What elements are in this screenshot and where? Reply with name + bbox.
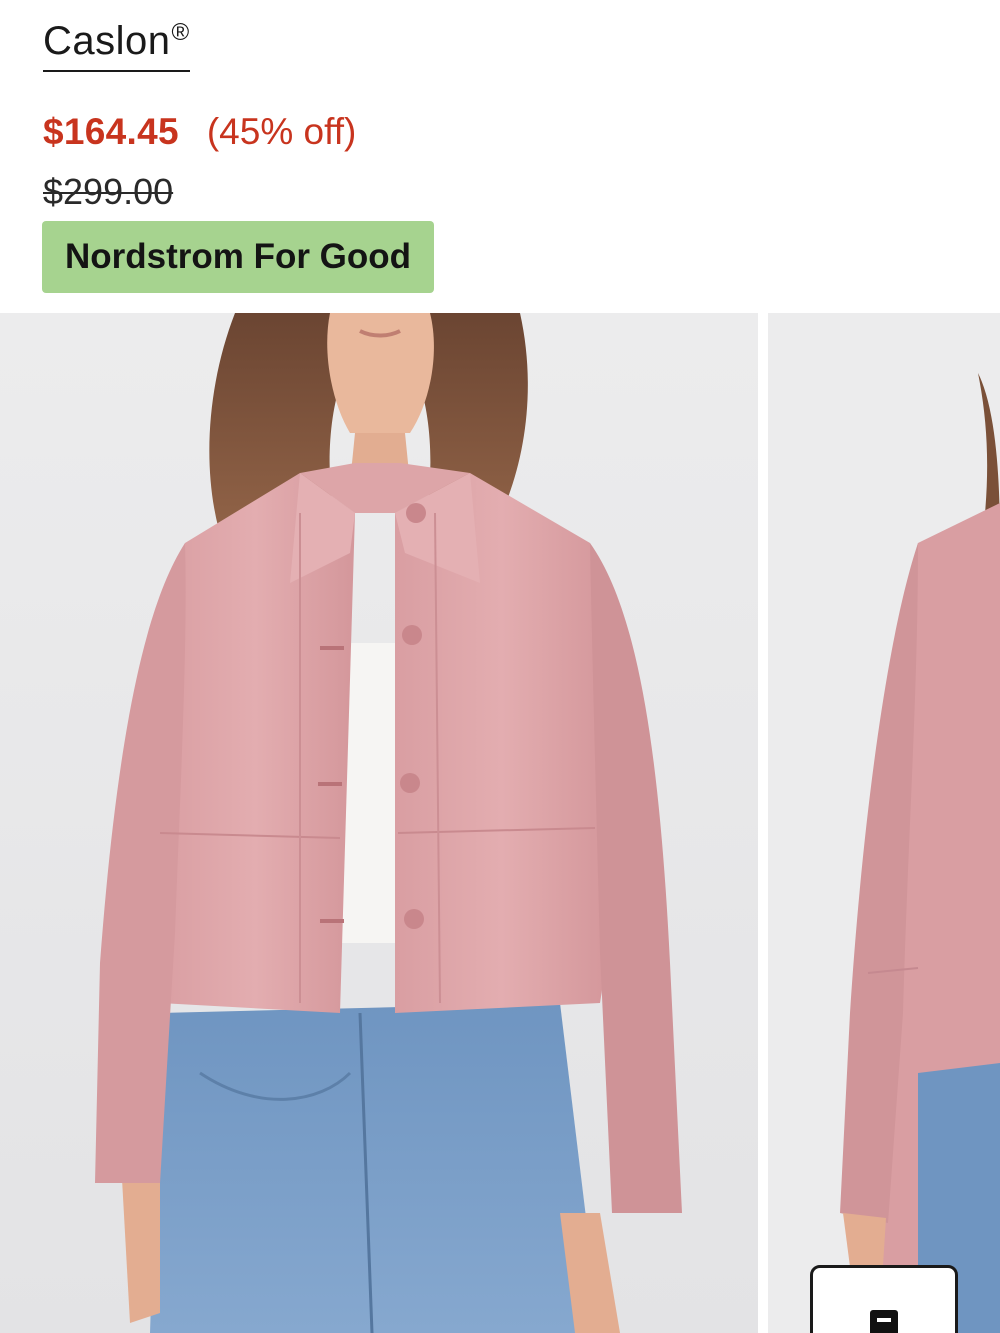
price-row: $164.45 (45% off) — [43, 108, 356, 156]
brand-name: Caslon — [43, 19, 171, 63]
product-image-front[interactable] — [0, 313, 758, 1333]
registered-mark: ® — [171, 19, 190, 46]
product-image-side[interactable] — [768, 313, 1000, 1333]
image-carousel[interactable] — [0, 313, 1000, 1333]
floating-action-button[interactable] — [810, 1265, 958, 1333]
nordstrom-for-good-badge[interactable]: Nordstrom For Good — [42, 221, 434, 293]
original-price: $299.00 — [43, 171, 174, 212]
product-photo-side — [768, 313, 1000, 1333]
brand-link[interactable]: Caslon® — [43, 10, 190, 72]
discount-label: (45% off) — [206, 111, 357, 152]
product-page: Caslon® $164.45 (45% off) $299.00 Nordst… — [0, 0, 1000, 1333]
product-photo-front — [0, 313, 758, 1333]
sale-price: $164.45 — [43, 111, 179, 152]
badge-label: Nordstrom For Good — [64, 237, 412, 276]
bag-icon — [870, 1310, 898, 1333]
